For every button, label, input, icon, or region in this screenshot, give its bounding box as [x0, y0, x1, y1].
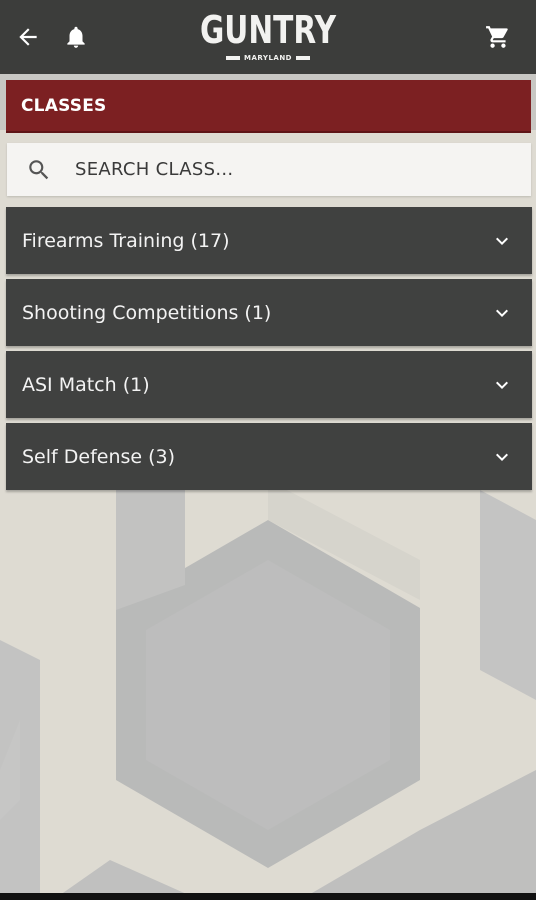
category-label: Shooting Competitions (1) [22, 301, 272, 324]
chevron-down-icon [496, 309, 508, 317]
search-icon [3, 157, 75, 183]
category-asi-match[interactable]: ASI Match (1) [6, 351, 532, 418]
logo-bar-right [296, 56, 310, 60]
category-self-defense[interactable]: Self Defense (3) [6, 423, 532, 490]
bottom-edge [0, 893, 536, 900]
chevron-down-icon [496, 381, 508, 389]
chevron-down-icon [496, 453, 508, 461]
app-header: GUNTRY MARYLAND [0, 0, 536, 74]
logo-subtitle: MARYLAND [168, 54, 368, 62]
guntry-logo: GUNTRY MARYLAND [168, 8, 368, 68]
notifications-button[interactable] [50, 0, 102, 74]
section-title: CLASSES [21, 95, 107, 116]
category-label: Firearms Training (17) [22, 229, 230, 252]
back-button[interactable] [2, 0, 54, 74]
logo-bar-left [225, 56, 240, 60]
logo-text: GUNTRY [199, 8, 337, 52]
classes-section-header: CLASSES [6, 80, 531, 133]
category-firearms-training[interactable]: Firearms Training (17) [6, 207, 532, 274]
bell-icon [67, 26, 85, 48]
chevron-down-icon [496, 237, 508, 245]
category-shooting-competitions[interactable]: Shooting Competitions (1) [6, 279, 532, 346]
logo-subtext: MARYLAND [243, 54, 292, 62]
category-label: Self Defense (3) [22, 445, 176, 468]
category-label: ASI Match (1) [22, 373, 150, 396]
search-input[interactable] [75, 159, 495, 180]
back-arrow-icon [19, 28, 37, 46]
cart-icon [486, 26, 508, 48]
search-bar [7, 143, 531, 196]
cart-button[interactable] [472, 0, 524, 74]
